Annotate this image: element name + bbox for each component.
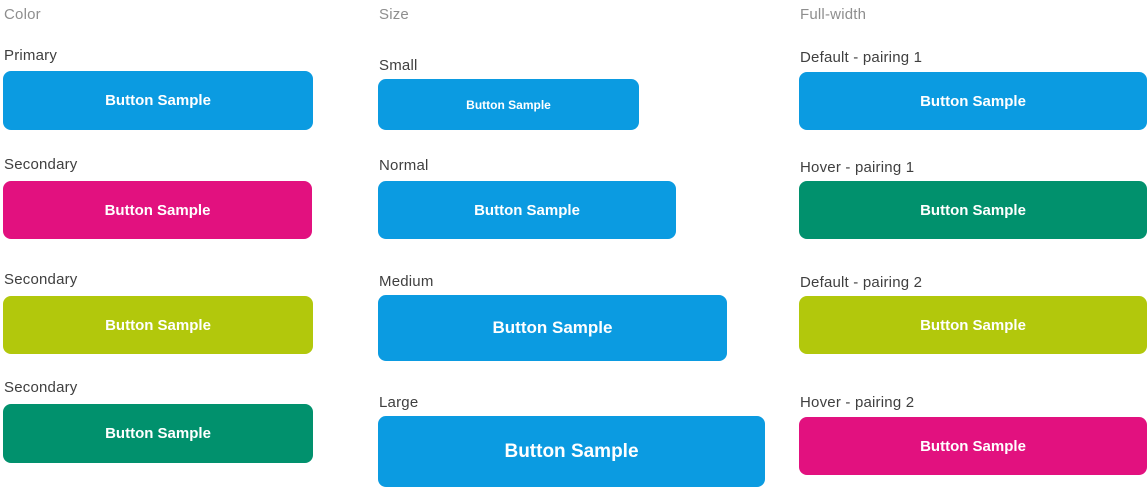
secondary-pink-button[interactable]: Button Sample	[3, 181, 312, 239]
small-button[interactable]: Button Sample	[378, 79, 639, 130]
small-label: Small	[379, 57, 418, 74]
full-width-column-heading: Full-width	[800, 6, 867, 23]
size-column-heading: Size	[379, 6, 409, 23]
default-pairing-2-button[interactable]: Button Sample	[799, 296, 1147, 354]
default-pairing-2-label: Default - pairing 2	[800, 274, 923, 291]
hover-pairing-1-button[interactable]: Button Sample	[799, 181, 1147, 239]
secondary-pink-label: Secondary	[4, 156, 78, 173]
secondary-lime-button[interactable]: Button Sample	[3, 296, 313, 354]
hover-pairing-2-button[interactable]: Button Sample	[799, 417, 1147, 475]
color-column-heading: Color	[4, 6, 41, 23]
large-label: Large	[379, 394, 419, 411]
secondary-lime-label: Secondary	[4, 271, 78, 288]
normal-button[interactable]: Button Sample	[378, 181, 676, 239]
medium-label: Medium	[379, 273, 434, 290]
large-button[interactable]: Button Sample	[378, 416, 765, 487]
default-pairing-1-button[interactable]: Button Sample	[799, 72, 1147, 130]
secondary-green-button[interactable]: Button Sample	[3, 404, 313, 463]
secondary-green-label: Secondary	[4, 379, 78, 396]
hover-pairing-2-label: Hover - pairing 2	[800, 394, 915, 411]
default-pairing-1-label: Default - pairing 1	[800, 49, 923, 66]
hover-pairing-1-label: Hover - pairing 1	[800, 159, 915, 176]
primary-button[interactable]: Button Sample	[3, 71, 313, 130]
normal-label: Normal	[379, 157, 429, 174]
medium-button[interactable]: Button Sample	[378, 295, 727, 361]
primary-label: Primary	[4, 47, 58, 64]
